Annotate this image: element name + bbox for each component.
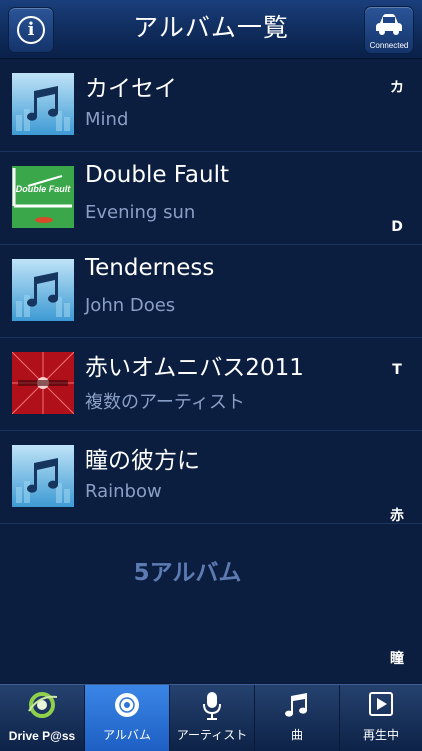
list-item[interactable]: 赤いオムニバス2011 複数のアーティスト	[0, 338, 422, 431]
tab-label: 再生中	[362, 728, 399, 742]
list-item[interactable]: 瞳の彼方に Rainbow	[0, 431, 422, 524]
list-item[interactable]: Double Fault Double Fault Evening sun	[0, 152, 422, 245]
tab-songs[interactable]: 曲	[255, 685, 340, 751]
index-letter[interactable]: カ	[382, 77, 412, 97]
album-title: 赤いオムニバス2011	[85, 355, 304, 381]
connection-button[interactable]: Connected	[364, 6, 414, 54]
tab-album[interactable]: アルバム	[85, 685, 170, 751]
album-art-placeholder	[12, 259, 74, 321]
list-item[interactable]: Tenderness John Does	[0, 245, 422, 338]
album-title: Double Fault	[85, 162, 230, 188]
album-count: 5アルバム	[133, 560, 242, 586]
index-letter[interactable]: T	[382, 362, 412, 378]
drive-pass-logo-icon	[28, 692, 58, 718]
music-note-icon	[285, 693, 307, 717]
album-disc-icon	[115, 693, 139, 717]
album-title: カイセイ	[85, 76, 177, 102]
album-artist: Evening sun	[85, 202, 196, 223]
play-icon	[369, 692, 393, 716]
page-title: アルバム一覧	[133, 13, 289, 42]
connected-label: Connected	[369, 41, 409, 50]
microphone-icon	[203, 692, 221, 720]
album-art-double-fault: Double Fault	[12, 166, 74, 228]
info-icon: i	[17, 16, 45, 44]
album-art-placeholder	[12, 73, 74, 135]
svg-text:Double Fault: Double Fault	[16, 184, 71, 194]
index-letter[interactable]: 瞳	[382, 648, 412, 668]
tab-drive-pass[interactable]: Drive P@ss	[0, 685, 85, 751]
tab-label: アーティスト	[176, 728, 248, 742]
album-art-placeholder	[12, 445, 74, 507]
album-list[interactable]: カイセイ Mind Double Fault Double Fault Even…	[0, 59, 422, 683]
album-title: 瞳の彼方に	[85, 448, 200, 474]
album-artist: John Does	[85, 295, 176, 316]
tab-bar: Drive P@ss アルバム アーティスト 曲 再生中	[0, 684, 422, 751]
album-art-red-omnibus	[12, 352, 74, 414]
tab-label: 曲	[290, 728, 303, 742]
album-artist: 複数のアーティスト	[85, 392, 245, 413]
list-item[interactable]: カイセイ Mind	[0, 59, 422, 152]
album-title: Tenderness	[85, 255, 215, 281]
tab-now-playing[interactable]: 再生中	[340, 685, 422, 751]
album-artist: Rainbow	[85, 481, 162, 502]
navigation-bar: i アルバム一覧 Connected	[0, 0, 422, 59]
index-letter[interactable]: D	[382, 219, 412, 235]
album-artist: Mind	[85, 109, 129, 130]
car-icon	[376, 14, 402, 35]
tab-label: アルバム	[103, 728, 151, 742]
tab-artist[interactable]: アーティスト	[170, 685, 255, 751]
index-letter[interactable]: 赤	[382, 505, 412, 525]
tab-label: Drive P@ss	[8, 729, 76, 743]
info-button[interactable]: i	[8, 7, 54, 53]
